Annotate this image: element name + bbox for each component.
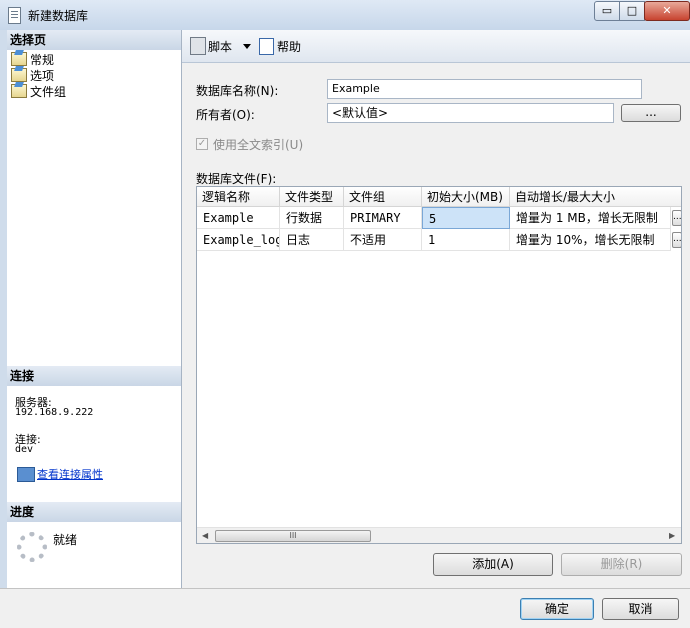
scroll-thumb[interactable]: III bbox=[215, 530, 371, 542]
server-value: 192.168.9.222 bbox=[15, 407, 94, 418]
table-cell-group[interactable]: 不适用 bbox=[344, 229, 422, 251]
select-page-header: 选择页 bbox=[7, 30, 181, 50]
view-connection-properties-link[interactable]: 查看连接属性 bbox=[37, 466, 103, 482]
owner-label: 所有者(O): bbox=[196, 108, 255, 122]
page-item-filegroups[interactable]: 文件组 bbox=[11, 84, 66, 100]
fulltext-checkbox[interactable]: ✓ bbox=[196, 138, 208, 150]
page-item-label: 常规 bbox=[30, 53, 55, 67]
add-button[interactable]: 添加(A) bbox=[433, 553, 553, 576]
title-bar: 新建数据库 ▭ □ ✕ bbox=[0, 0, 690, 30]
table-cell-size[interactable]: 5 bbox=[422, 207, 510, 229]
db-files-grid[interactable]: 逻辑名称 文件类型 文件组 初始大小(MB) 自动增长/最大大小 Example… bbox=[196, 186, 682, 544]
db-name-label: 数据库名称(N): bbox=[196, 84, 279, 98]
db-name-input[interactable]: Example bbox=[327, 79, 642, 99]
right-panel: 脚本 帮助 数据库名称(N): Example 所有者(O): <默认值> ..… bbox=[182, 30, 690, 588]
cancel-button[interactable]: 取消 bbox=[602, 598, 679, 620]
table-cell-growth[interactable]: 增量为 1 MB，增长无限制 bbox=[510, 207, 671, 229]
document-icon bbox=[8, 7, 21, 24]
progress-header: 进度 bbox=[7, 502, 181, 522]
table-cell-type[interactable]: 日志 bbox=[280, 229, 344, 251]
growth-edit-button[interactable]: ... bbox=[672, 210, 681, 226]
table-cell-type[interactable]: 行数据 bbox=[280, 207, 344, 229]
connection-header: 连接 bbox=[7, 366, 181, 386]
help-button[interactable]: 帮助 bbox=[277, 38, 301, 55]
script-button[interactable]: 脚本 bbox=[208, 38, 232, 55]
minimize-button[interactable]: ▭ bbox=[594, 1, 620, 21]
table-cell-name[interactable]: Example bbox=[197, 207, 280, 229]
table-cell-name[interactable]: Example_log bbox=[197, 229, 280, 251]
script-dropdown-icon[interactable] bbox=[243, 44, 251, 49]
close-button[interactable]: ✕ bbox=[644, 1, 690, 21]
page-icon bbox=[11, 68, 27, 82]
scroll-right-icon[interactable]: ▶ bbox=[669, 531, 675, 540]
ok-button[interactable]: 确定 bbox=[520, 598, 594, 620]
column-header[interactable]: 文件组 bbox=[344, 187, 422, 207]
column-header[interactable]: 文件类型 bbox=[280, 187, 344, 207]
remove-button[interactable]: 删除(R) bbox=[561, 553, 682, 576]
page-icon bbox=[11, 84, 27, 98]
help-icon[interactable] bbox=[259, 38, 274, 55]
page-item-label: 文件组 bbox=[30, 85, 67, 99]
dialog-footer: 确定 取消 bbox=[0, 588, 690, 628]
page-icon bbox=[11, 52, 27, 66]
progress-status: 就绪 bbox=[53, 533, 78, 547]
growth-edit-button[interactable]: ... bbox=[672, 232, 681, 248]
column-header[interactable]: 初始大小(MB) bbox=[422, 187, 510, 207]
owner-input[interactable]: <默认值> bbox=[327, 103, 614, 123]
connection-value: dev bbox=[15, 444, 34, 455]
scroll-left-icon[interactable]: ◀ bbox=[202, 531, 208, 540]
window-title: 新建数据库 bbox=[28, 9, 89, 23]
column-header[interactable]: 自动增长/最大大小 bbox=[510, 187, 681, 207]
table-cell-group[interactable]: PRIMARY bbox=[344, 207, 422, 229]
script-icon[interactable] bbox=[190, 37, 206, 55]
owner-browse-button[interactable]: ... bbox=[621, 104, 681, 122]
connection-properties-icon bbox=[17, 467, 35, 482]
column-header[interactable]: 逻辑名称 bbox=[197, 187, 280, 207]
maximize-button[interactable]: □ bbox=[619, 1, 645, 21]
table-cell-growth[interactable]: 增量为 10%，增长无限制 bbox=[510, 229, 671, 251]
db-files-label: 数据库文件(F): bbox=[196, 172, 277, 186]
table-cell-size[interactable]: 1 bbox=[422, 229, 510, 251]
fulltext-label: 使用全文索引(U) bbox=[213, 138, 304, 152]
toolbar: 脚本 帮助 bbox=[182, 30, 690, 63]
left-panel: 选择页 常规 选项 文件组 连接 服务器: 192.168.9.222 连接: … bbox=[7, 30, 182, 588]
page-item-label: 选项 bbox=[30, 69, 55, 83]
horizontal-scrollbar[interactable]: ◀ III ▶ bbox=[197, 527, 681, 543]
progress-spinner-icon bbox=[17, 532, 47, 562]
